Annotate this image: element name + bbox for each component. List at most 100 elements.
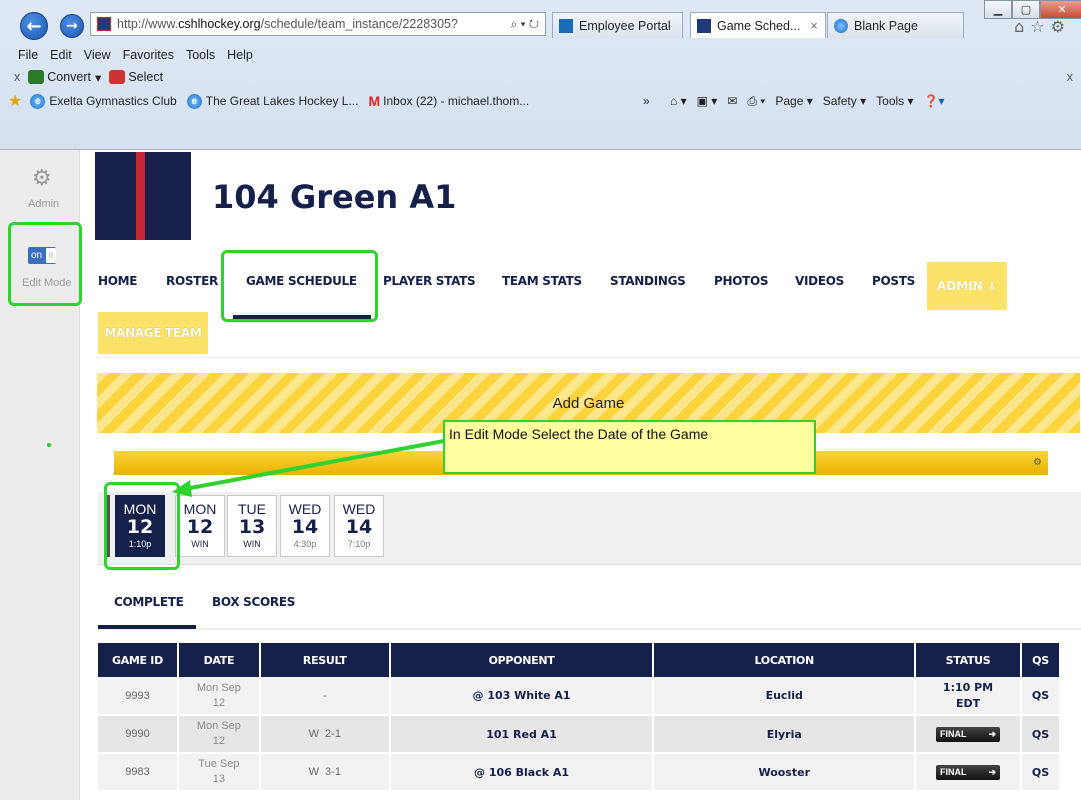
col-game-id[interactable]: GAME ID (98, 643, 179, 677)
menu-help[interactable]: Help (227, 48, 253, 62)
arrow-right-icon: ➜ (988, 767, 997, 777)
print-icon[interactable]: ⎙ ▾ (747, 94, 765, 109)
cell-location[interactable]: Wooster (653, 753, 917, 792)
feeds-icon[interactable]: ▣ ▾ (697, 94, 718, 108)
favorite-great-lakes[interactable]: e The Great Lakes Hockey L... (186, 93, 358, 109)
gear-icon[interactable]: ⚙ (1033, 457, 1042, 468)
convert-icon (28, 70, 45, 84)
cell-opponent[interactable]: 101 Red A1 (389, 715, 655, 754)
edit-mode-toggle[interactable]: on II (28, 247, 56, 264)
address-bar[interactable]: http://www. cshlhockey.org/schedule/team_… (90, 12, 546, 36)
tab-box-scores[interactable]: BOX SCORES (212, 595, 295, 609)
tab-close-icon[interactable]: × (810, 19, 817, 33)
cell-location[interactable]: Elyria (653, 715, 917, 754)
cell-qs[interactable]: QS (1020, 715, 1062, 754)
favorite-label: Exelta Gymnastics Club (49, 94, 177, 108)
menu-page[interactable]: Page ▾ (775, 94, 812, 108)
favorites-star-icon[interactable]: ★ (8, 91, 22, 111)
nav-team-stats[interactable]: TEAM STATS (502, 274, 582, 288)
help-icon[interactable]: ❓▾ (924, 94, 945, 108)
ie-icon: e (186, 93, 202, 109)
tab-complete[interactable]: COMPLETE (114, 595, 184, 609)
gmail-icon: M (368, 93, 381, 109)
home-icon[interactable]: ⌂ ▾ (670, 94, 687, 108)
gear-icon[interactable]: ⚙ (32, 166, 52, 191)
date-dow: WED (288, 501, 322, 517)
date-day: 14 (291, 516, 319, 538)
menu-edit[interactable]: Edit (50, 48, 72, 62)
final-badge[interactable]: FINAL ➜ (936, 726, 1001, 742)
forward-button[interactable]: → (60, 14, 84, 38)
nav-photos[interactable]: PHOTOS (714, 274, 769, 288)
table-row[interactable]: 9993 Mon Sep 12 - @ 103 White A1 Euclid 1… (98, 677, 1062, 716)
cell-status: FINAL ➜ (915, 715, 1022, 754)
tab-game-schedule[interactable]: Game Sched... × (690, 12, 826, 38)
table-row[interactable]: 9990 Mon Sep 12 W 2-1 101 Red A1 Elyria F… (98, 715, 1062, 754)
date-strip: MON 12 1:10p MON 12 WIN TUE 13 WIN WED 1… (98, 492, 1081, 565)
final-badge[interactable]: FINAL ➜ (936, 764, 1001, 780)
date-cell[interactable]: WED 14 4:30p (280, 495, 330, 557)
cell-qs[interactable]: QS (1020, 753, 1062, 792)
cell-opponent[interactable]: @ 106 Black A1 (389, 753, 655, 792)
final-label: FINAL (940, 729, 967, 739)
back-button[interactable]: ← (20, 12, 48, 40)
tab-blank-page[interactable]: Blank Page (827, 12, 964, 38)
toggle-on-label: on (31, 250, 43, 261)
date-cell-selected[interactable]: MON 12 1:10p (115, 495, 165, 557)
cell-status: 1:10 PM EDT (915, 677, 1022, 716)
favorites-more-chevron[interactable]: » (643, 94, 650, 108)
table-row[interactable]: 9983 Tue Sep 13 W 3-1 @ 106 Black A1 Woos… (98, 753, 1062, 792)
col-qs[interactable]: QS (1020, 643, 1062, 677)
cell-result: - (259, 677, 391, 716)
favorite-inbox[interactable]: M Inbox (22) - michael.thom... (368, 93, 529, 109)
admin-label[interactable]: Admin (28, 198, 59, 210)
games-table: GAME ID DATE RESULT OPPONENT LOCATION ST… (98, 643, 1062, 792)
col-result[interactable]: RESULT (259, 643, 391, 677)
edit-mode-label: Edit Mode (22, 277, 72, 289)
date-result: WIN (243, 539, 261, 549)
menu-favorites[interactable]: Favorites (123, 48, 174, 62)
cell-opponent[interactable]: @ 103 White A1 (389, 677, 655, 716)
menu-file[interactable]: File (18, 48, 38, 62)
nav-roster[interactable]: ROSTER (166, 274, 218, 288)
convert-button[interactable]: Convert (47, 70, 91, 84)
dropdown-arrow-icon[interactable]: ▾ (95, 70, 101, 85)
home-favorites-settings-icons[interactable]: ⌂☆⚙ (1014, 17, 1071, 36)
nav-videos[interactable]: VIDEOS (795, 274, 844, 288)
col-status[interactable]: STATUS (915, 643, 1022, 677)
nav-player-stats[interactable]: PLAYER STATS (383, 274, 476, 288)
menu-safety[interactable]: Safety ▾ (823, 94, 866, 108)
nav-standings[interactable]: STANDINGS (610, 274, 686, 288)
favorites-bar: ★ e Exelta Gymnastics Club e The Great Lak… (0, 88, 1081, 114)
menu-tools[interactable]: Tools (186, 48, 215, 62)
cell-location[interactable]: Euclid (653, 677, 917, 716)
tab-employee-portal[interactable]: Employee Portal (552, 12, 683, 38)
favorite-exelta[interactable]: e Exelta Gymnastics Club (30, 93, 177, 109)
col-location[interactable]: LOCATION (653, 643, 917, 677)
nav-home[interactable]: HOME (98, 274, 137, 288)
close-toolbar-icon[interactable]: x (14, 70, 20, 84)
search-refresh-icon[interactable]: ⌕ ▾ ↻ (510, 17, 545, 32)
col-opponent[interactable]: OPPONENT (389, 643, 655, 677)
menu-tools-cmd[interactable]: Tools ▾ (876, 94, 913, 108)
col-date[interactable]: DATE (177, 643, 261, 677)
nav-admin-dropdown[interactable]: ADMIN ↓ (927, 262, 1007, 310)
date-cell[interactable]: MON 12 WIN (175, 495, 225, 557)
select-button[interactable]: Select (128, 70, 163, 84)
mail-icon[interactable]: ✉ (727, 94, 737, 108)
cell-qs[interactable]: QS (1020, 677, 1062, 716)
cell-result: W 3-1 (259, 753, 391, 792)
nav-manage-team[interactable]: MANAGE TEAM (98, 312, 208, 354)
date-cell[interactable]: TUE 13 WIN (227, 495, 277, 557)
nav-posts[interactable]: POSTS (872, 274, 915, 288)
menu-view[interactable]: View (84, 48, 111, 62)
tab-label: Employee Portal (579, 18, 671, 33)
nav-game-schedule[interactable]: GAME SCHEDULE (246, 274, 357, 288)
select-icon (109, 70, 126, 84)
navigation-row: ← → http://www. cshlhockey.org/schedule/t… (0, 8, 1081, 42)
date-cell[interactable]: WED 14 7:10p (334, 495, 384, 557)
date-line-2: 12 (212, 735, 225, 747)
main-nav: HOME ROSTER GAME SCHEDULE PLAYER STATS T… (96, 262, 1080, 358)
site-favicon (97, 17, 111, 31)
close-toolbar-right-icon[interactable]: x (1067, 70, 1073, 84)
